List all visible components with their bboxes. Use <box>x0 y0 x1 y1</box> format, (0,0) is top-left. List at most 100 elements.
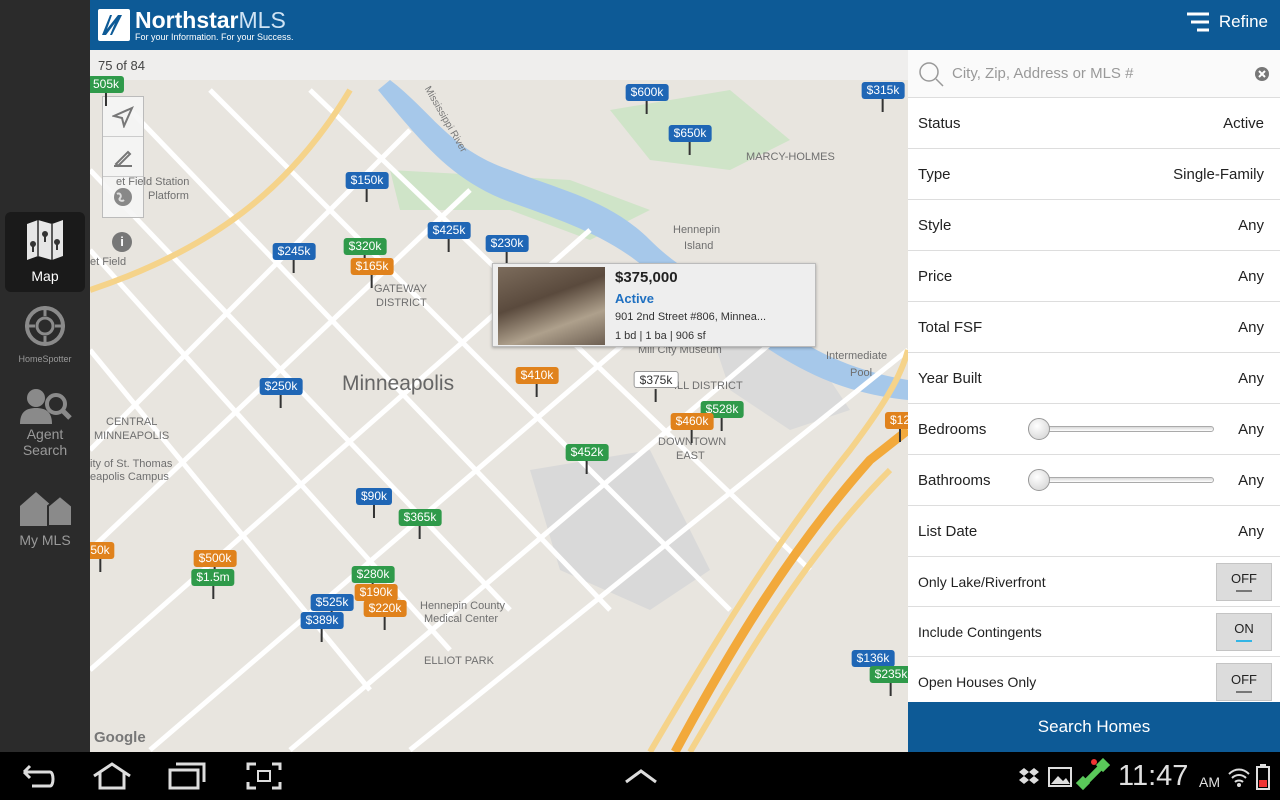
listing-pin[interactable]: $410k <box>515 367 559 397</box>
listing-pin[interactable]: $315k <box>861 82 905 112</box>
filter-value: Active <box>1223 114 1264 132</box>
info-icon[interactable]: i <box>112 232 132 252</box>
listing-pin[interactable]: $136k <box>851 650 895 680</box>
image-icon <box>1048 767 1072 787</box>
listing-pin[interactable]: $365k <box>398 509 442 539</box>
listing-pin[interactable]: $230k <box>485 235 529 265</box>
listing-price: $375,000 <box>615 269 678 286</box>
search-icon <box>919 61 944 87</box>
brand-tagline: For your Information. For your Success. <box>135 31 294 42</box>
chevron-up-icon[interactable] <box>624 768 658 784</box>
map-icon <box>27 220 63 260</box>
map-city-label: Minneapolis <box>342 372 455 395</box>
slider-thumb[interactable] <box>1028 418 1051 440</box>
listing-pin[interactable]: $12 <box>884 412 908 442</box>
toggle-state: OFF <box>1231 671 1257 687</box>
agent-search-icon <box>20 389 72 424</box>
listing-status: Active <box>615 291 655 306</box>
home-icon[interactable] <box>92 762 132 790</box>
listing-pin[interactable]: $500k <box>193 550 237 580</box>
dropbox-icon <box>1019 768 1039 784</box>
filter-total-fsf[interactable]: Total FSF Any <box>908 302 1280 353</box>
nav-item-agent-search[interactable]: Agent Search <box>5 386 85 466</box>
search-homes-button[interactable]: Search Homes <box>908 702 1280 752</box>
toggle-label: Open Houses Only <box>918 674 1037 690</box>
filter-value: Any <box>1238 318 1264 336</box>
listing-pin-selected[interactable]: $375k <box>633 371 679 402</box>
filter-year-built[interactable]: Year Built Any <box>908 353 1280 404</box>
listing-pin[interactable]: $320k <box>343 238 387 268</box>
map-label: eapolis Campus <box>90 471 169 483</box>
listing-pin[interactable]: $190k <box>354 584 398 614</box>
map-label: Hennepin <box>673 224 721 236</box>
nav-item-map[interactable]: Map <box>5 212 85 292</box>
nav-rail: Map HomeSpotter Agent Search My MLS <box>0 0 90 752</box>
filter-style[interactable]: Style Any <box>908 200 1280 251</box>
back-icon[interactable] <box>20 762 56 790</box>
refine-button[interactable]: Refine <box>1185 12 1268 32</box>
nav-item-label: HomeSpotter <box>18 354 72 364</box>
filter-label: Status <box>918 114 961 132</box>
map-label: ILL DISTRICT <box>674 380 743 392</box>
screenshot-icon[interactable] <box>246 762 282 790</box>
filter-price[interactable]: Price Any <box>908 251 1280 302</box>
slider-thumb[interactable] <box>1028 469 1051 491</box>
bedrooms-slider[interactable] <box>1028 418 1215 440</box>
map-view[interactable]: 75 of 84 i Minneapolis et Field Station … <box>90 50 908 752</box>
listing-popup[interactable]: $375,000 Active 901 2nd Street #806, Min… <box>492 263 816 347</box>
map-label: Platform <box>148 190 189 202</box>
filter-label: Type <box>918 165 951 183</box>
slider-track <box>1028 477 1215 483</box>
filter-type[interactable]: Type Single-Family <box>908 149 1280 200</box>
listing-pin[interactable]: 505k <box>90 76 125 106</box>
filter-label: Price <box>918 267 953 285</box>
locate-button[interactable] <box>103 97 143 137</box>
filter-value: Any <box>1238 420 1264 438</box>
recent-apps-icon[interactable] <box>168 762 208 790</box>
nav-item-label: Agent Search <box>22 426 68 458</box>
draw-button[interactable] <box>103 137 143 177</box>
search-input[interactable]: City, Zip, Address or MLS # <box>952 65 1254 82</box>
open-houses-toggle[interactable]: OFF <box>1216 663 1272 701</box>
listing-pin[interactable]: 50k <box>90 542 115 572</box>
filter-label: List Date <box>918 522 978 540</box>
listing-pin[interactable]: $600k <box>625 84 669 114</box>
listing-pin[interactable]: $245k <box>272 243 316 273</box>
listing-pin[interactable]: $250k <box>259 378 303 408</box>
listing-pin[interactable]: $90k <box>355 488 393 518</box>
listing-pin[interactable]: $150k <box>345 172 389 202</box>
listing-pin[interactable]: $425k <box>427 222 471 252</box>
lake-riverfront-toggle[interactable]: OFF <box>1216 562 1272 601</box>
listing-pin[interactable]: $280k <box>351 566 395 596</box>
listing-pin[interactable]: $235k <box>869 666 908 696</box>
listing-pin[interactable]: $165k <box>350 258 394 288</box>
clear-icon[interactable] <box>1254 66 1270 82</box>
search-bar[interactable]: City, Zip, Address or MLS # <box>908 50 1280 98</box>
filter-lines-icon <box>1186 12 1209 32</box>
nav-item-homespotter[interactable]: HomeSpotter <box>5 304 85 368</box>
listing-pin[interactable]: $220k <box>363 600 407 630</box>
listing-pin[interactable]: $525k <box>310 594 354 624</box>
toggle-state: ON <box>1234 621 1254 636</box>
nav-item-my-mls[interactable]: My MLS <box>5 488 85 552</box>
filter-value: Any <box>1238 471 1264 489</box>
listing-address: 901 2nd Street #806, Minnea... <box>615 311 767 323</box>
listing-pin[interactable]: $1.5m <box>191 569 235 599</box>
bathrooms-slider[interactable] <box>1028 469 1215 491</box>
listing-pin[interactable]: $650k <box>668 125 712 155</box>
listing-pin[interactable]: $452k <box>565 444 609 474</box>
brand-suffix: MLS <box>238 6 286 33</box>
result-count: 75 of 84 <box>90 50 908 80</box>
listing-pin[interactable]: $389k <box>300 612 344 642</box>
contingents-toggle[interactable]: ON <box>1216 612 1272 651</box>
filter-list-date[interactable]: List Date Any <box>908 506 1280 557</box>
gps-satellite-icon <box>1076 758 1110 791</box>
toggle-indicator <box>1236 640 1252 642</box>
map-label: MARCY-HOLMES <box>746 151 835 163</box>
filter-value: Any <box>1238 216 1264 234</box>
listing-pin[interactable]: $460k <box>670 413 714 443</box>
toggle-indicator <box>1236 590 1252 592</box>
crosshair-icon <box>25 306 65 346</box>
filter-status[interactable]: Status Active <box>908 98 1280 149</box>
pencil-icon <box>114 150 132 167</box>
